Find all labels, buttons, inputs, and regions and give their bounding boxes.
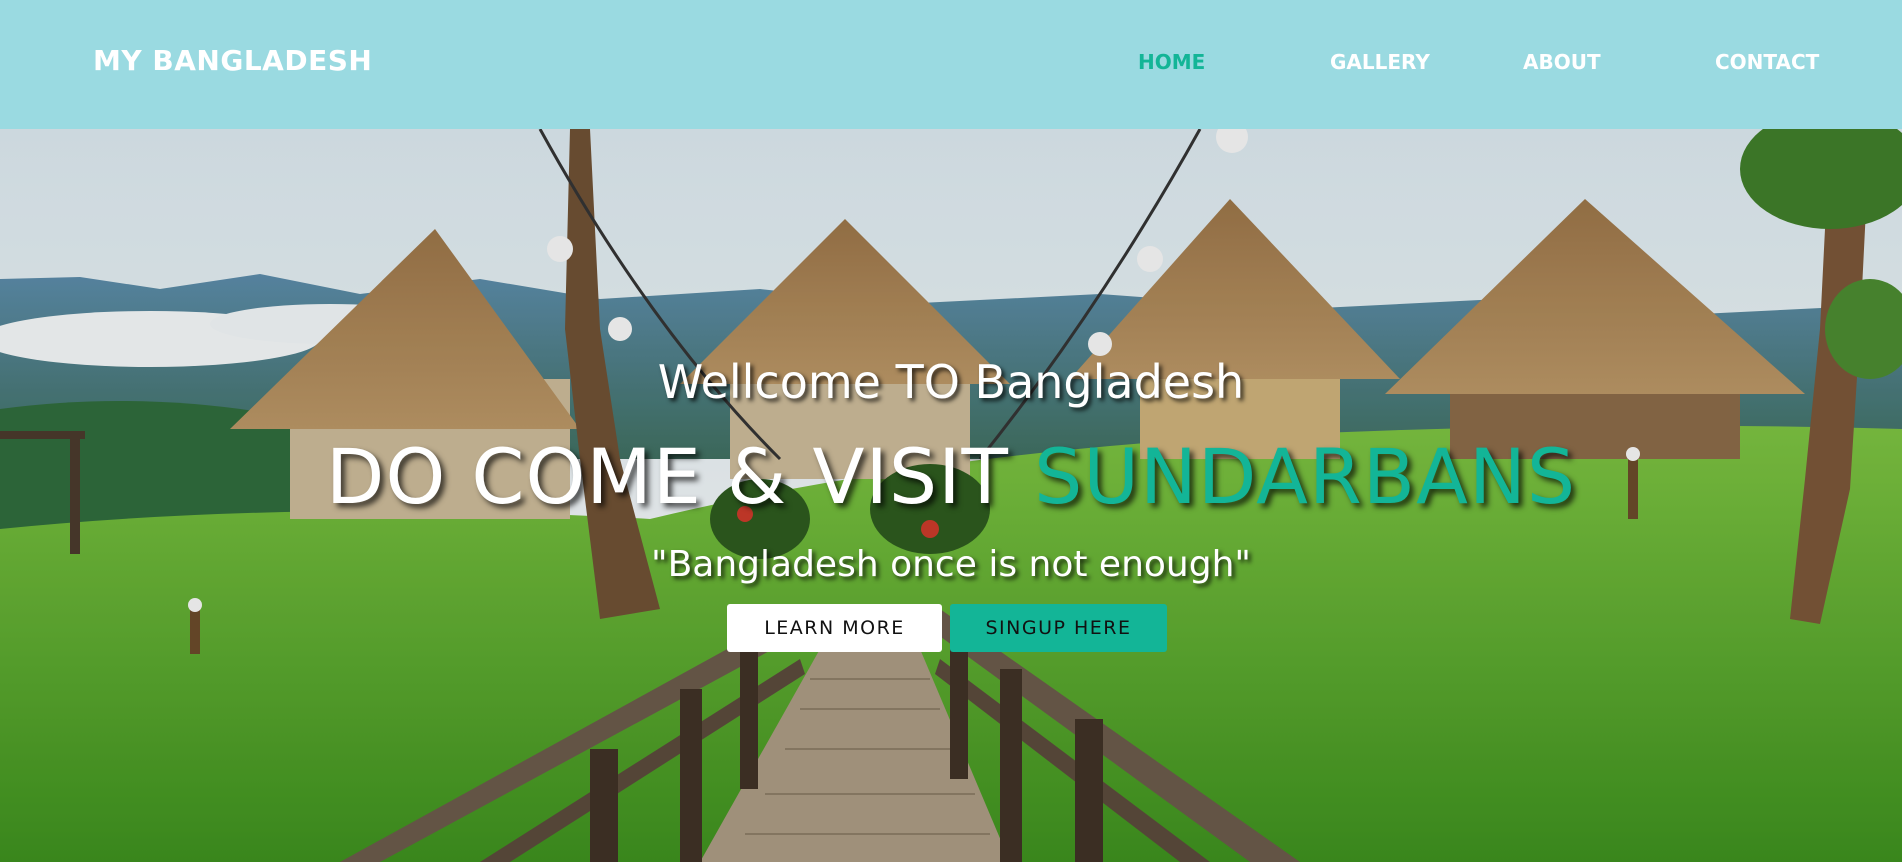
navbar: MY BANGLADESH HOME GALLERY ABOUT CONTACT [0,0,1902,129]
hero-welcome-text: Wellcome TO Bangladesh [657,355,1245,409]
nav-about[interactable]: ABOUT [1523,50,1601,74]
hero-section: Wellcome TO Bangladesh DO COME & VISIT S… [0,129,1902,862]
hero-tagline: "Bangladesh once is not enough" [651,544,1251,585]
nav-home[interactable]: HOME [1138,50,1205,74]
nav-contact[interactable]: CONTACT [1715,50,1819,74]
learn-more-button[interactable]: LEARN MORE [727,604,942,652]
nav-gallery[interactable]: GALLERY [1330,50,1430,74]
signup-button[interactable]: SINGUP HERE [950,604,1167,652]
hero-headline: DO COME & VISIT SUNDARBANS [0,432,1902,521]
hero-headline-accent: SUNDARBANS [1034,432,1577,521]
site-logo[interactable]: MY BANGLADESH [93,44,372,77]
hero-headline-main: DO COME & VISIT [325,432,1009,521]
